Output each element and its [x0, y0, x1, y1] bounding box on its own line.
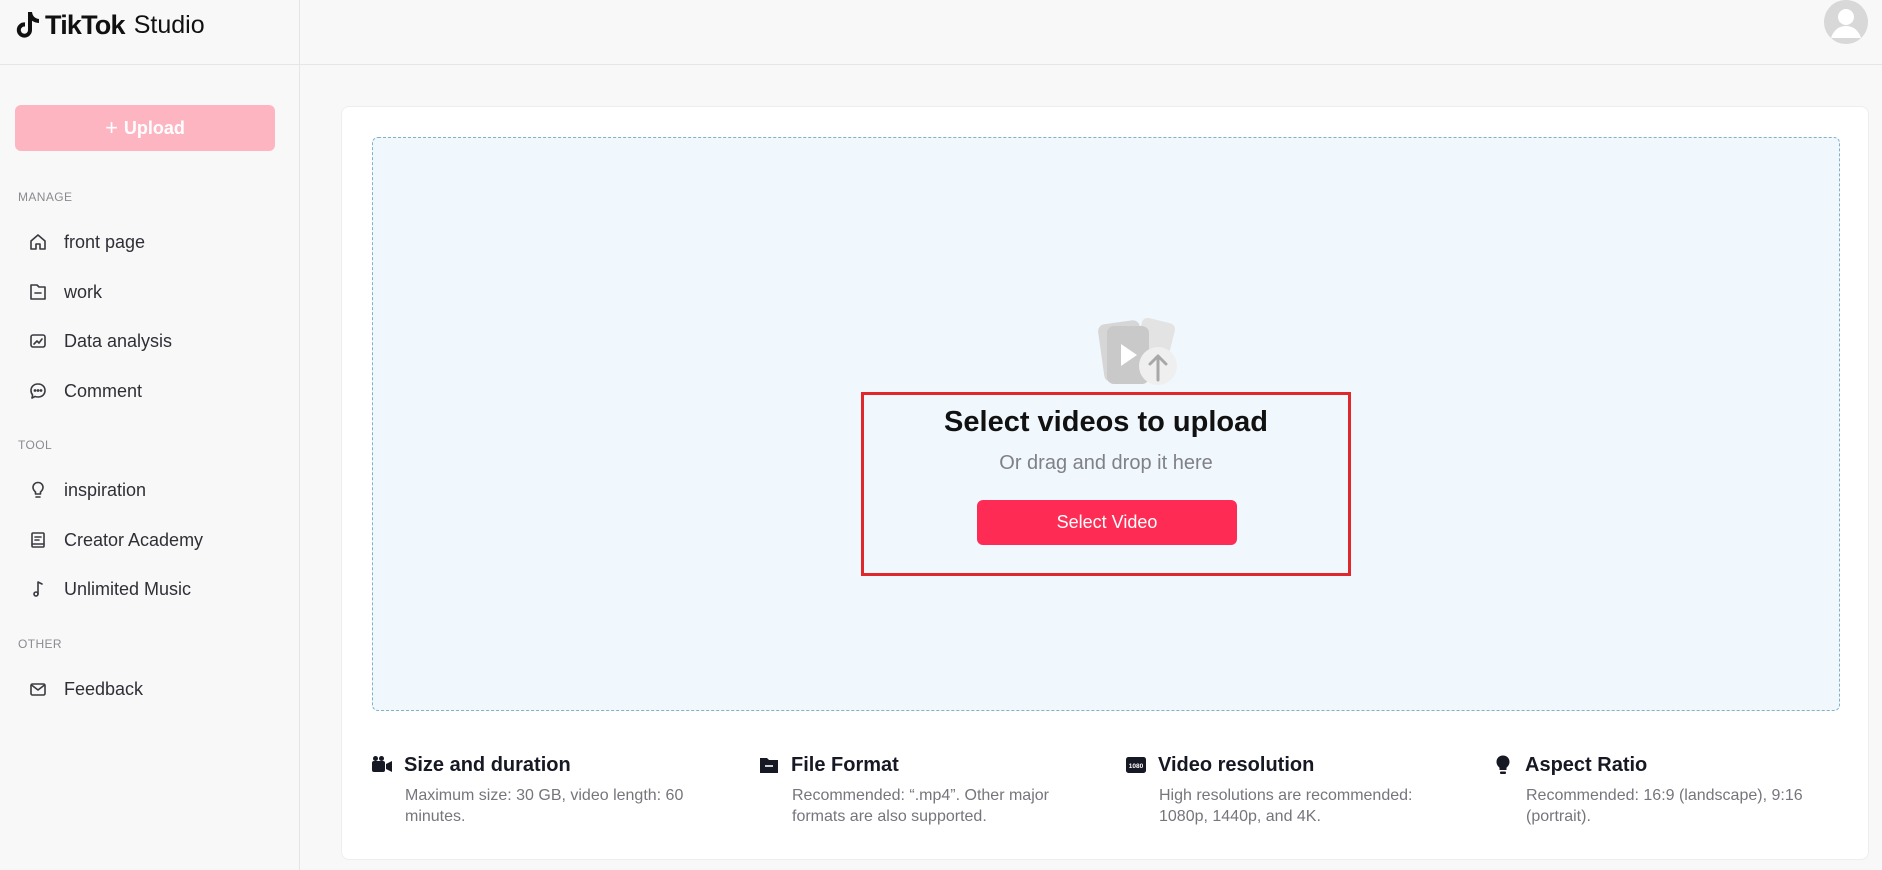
lightbulb-icon	[28, 480, 48, 500]
resolution-badge-text: 1080	[1129, 763, 1144, 770]
section-title-manage: MANAGE	[18, 190, 73, 204]
top-bar: TikTok Studio	[0, 0, 1882, 65]
sidebar-item-label: inspiration	[64, 479, 147, 500]
sidebar-item-work[interactable]: work	[28, 274, 278, 310]
select-video-button[interactable]: Select Video	[977, 500, 1237, 545]
info-title: File Format	[791, 753, 899, 776]
section-title-tool: TOOL	[18, 438, 53, 452]
comment-icon	[28, 381, 48, 401]
tiktok-logo-icon	[16, 12, 39, 38]
info-title: Video resolution	[1158, 753, 1315, 776]
avatar[interactable]	[1824, 0, 1868, 44]
sidebar-item-comment[interactable]: Comment	[28, 373, 278, 409]
folder-icon	[757, 753, 781, 777]
video-upload-illustration-icon	[1098, 317, 1177, 385]
chart-icon	[28, 331, 48, 351]
video-camera-icon	[370, 753, 394, 777]
info-size-duration: Size and duration Maximum size: 30 GB, v…	[370, 753, 700, 827]
folder-icon	[28, 282, 48, 302]
info-video-resolution: 1080 Video resolution High resolutions a…	[1124, 753, 1454, 827]
info-file-format: File Format Recommended: “.mp4”. Other m…	[757, 753, 1087, 827]
dropzone-subtitle: Or drag and drop it here	[999, 452, 1213, 474]
upload-button-label: Upload	[123, 117, 185, 138]
info-desc: Maximum size: 30 GB, video length: 60 mi…	[405, 787, 684, 825]
lightbulb-icon	[1491, 753, 1515, 777]
music-note-icon	[28, 579, 48, 599]
sidebar-item-unlimited-music[interactable]: Unlimited Music	[28, 571, 278, 607]
home-icon	[28, 232, 48, 252]
tiktok-studio-logo[interactable]: TikTok Studio	[14, 6, 205, 44]
upload-card: Select videos to upload Or drag and drop…	[341, 106, 1869, 860]
plus-icon: +	[105, 115, 118, 140]
info-desc: Recommended: 16:9 (landscape), 9:16 (por…	[1526, 787, 1803, 825]
info-aspect-ratio: Aspect Ratio Recommended: 16:9 (landscap…	[1491, 753, 1821, 827]
sidebar-item-label: Unlimited Music	[64, 578, 192, 599]
info-desc: Recommended: “.mp4”. Other major formats…	[792, 787, 1049, 825]
info-desc: High resolutions are recommended: 1080p,…	[1159, 787, 1413, 825]
sidebar-item-label: Creator Academy	[64, 529, 204, 550]
section-title-other: OTHER	[18, 637, 62, 651]
info-title: Size and duration	[404, 753, 571, 776]
sidebar-item-label: work	[64, 281, 103, 302]
brand-name: TikTok	[45, 9, 126, 40]
sidebar-item-label: front page	[64, 231, 146, 252]
sidebar-item-front-page[interactable]: front page	[28, 224, 278, 260]
sidebar-item-label: Comment	[64, 380, 143, 401]
sidebar: + Upload MANAGE front page work Data ana…	[0, 65, 300, 870]
book-icon	[28, 530, 48, 550]
sidebar-item-data-analysis[interactable]: Data analysis	[28, 323, 278, 359]
upload-button[interactable]: + Upload	[15, 105, 275, 151]
product-name: Studio	[133, 10, 205, 39]
default-avatar-icon	[1824, 0, 1868, 44]
mail-icon	[28, 679, 48, 699]
top-divider	[299, 0, 300, 65]
sidebar-item-creator-academy[interactable]: Creator Academy	[28, 522, 278, 558]
video-dropzone[interactable]: Select videos to upload Or drag and drop…	[372, 137, 1840, 711]
sidebar-item-label: Feedback	[64, 678, 144, 699]
sidebar-item-inspiration[interactable]: inspiration	[28, 472, 278, 508]
resolution-icon: 1080	[1124, 753, 1148, 777]
dropzone-title: Select videos to upload	[944, 406, 1268, 438]
sidebar-item-feedback[interactable]: Feedback	[28, 671, 278, 707]
sidebar-item-label: Data analysis	[64, 330, 173, 351]
info-title: Aspect Ratio	[1525, 753, 1648, 776]
